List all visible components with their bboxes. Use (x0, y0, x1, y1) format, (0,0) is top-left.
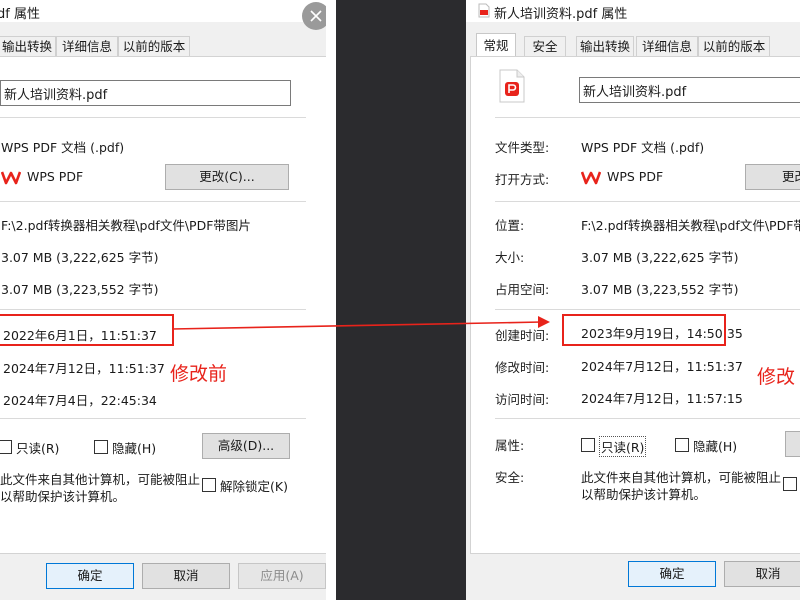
hidden-checkbox[interactable] (94, 440, 108, 454)
file-type-value: WPS PDF 文档 (.pdf) (1, 140, 125, 155)
unblock-checkbox[interactable] (202, 478, 216, 492)
arrow-icon (171, 316, 550, 330)
cancel-button[interactable]: 取消 (142, 563, 230, 589)
size-on-disk-value: 3.07 MB (3,223,552 字节) (581, 282, 739, 297)
ok-button[interactable]: 确定 (46, 563, 134, 589)
security-text-line2: 以帮助保护该计算机。 (581, 487, 707, 502)
right-titlebar: 新人培训资料.pdf 属性 (466, 0, 800, 22)
size-label: 大小: (495, 250, 525, 265)
left-titlebar: df 属性 (0, 0, 336, 22)
wps-logo-icon (581, 171, 601, 185)
readonly-label: 只读(R) (599, 436, 647, 457)
tab-previous-versions[interactable]: 以前的版本 (118, 36, 190, 56)
readonly-checkbox[interactable] (581, 438, 595, 452)
wps-logo-icon (1, 171, 21, 185)
open-with-value: WPS PDF (27, 169, 84, 184)
unblock-label: 解除锁定(K) (220, 479, 288, 494)
hidden-label: 隐藏(H) (693, 439, 738, 454)
tab-output-convert[interactable]: 输出转换 (0, 36, 56, 56)
before-note: 修改前 (170, 363, 228, 385)
tab-previous-versions[interactable]: 以前的版本 (698, 36, 770, 56)
ok-button[interactable]: 确定 (628, 561, 716, 587)
location-value: F:\2.pdf转换器相关教程\pdf文件\PDF带图片 (1, 218, 251, 233)
tab-general[interactable]: 常规 (476, 33, 516, 57)
open-with-value: WPS PDF (607, 169, 664, 184)
location-label: 位置: (495, 218, 525, 233)
modified-value: 2024年7月12日，11:51:37 (581, 359, 743, 374)
before-created-highlight (0, 314, 174, 346)
accessed-label: 访问时间: (495, 392, 550, 407)
divider (0, 309, 306, 310)
divider (495, 117, 800, 118)
security-text-line2: 以帮助保护该计算机。 (0, 489, 126, 504)
unblock-checkbox[interactable] (783, 477, 797, 491)
tab-details[interactable]: 详细信息 (636, 36, 698, 56)
apply-button[interactable]: 应用(A) (238, 563, 326, 589)
change-button[interactable]: 更改 (745, 164, 800, 190)
right-window-title: 新人培训资料.pdf 属性 (494, 7, 628, 22)
pdf-file-icon (499, 69, 525, 103)
filename-value: 新人培训资料.pdf (583, 85, 687, 100)
tab-security[interactable]: 安全 (524, 36, 566, 56)
size-on-disk-label: 占用空间: (495, 282, 550, 297)
accessed-value: 2024年7月12日，11:57:15 (581, 391, 743, 406)
size-on-disk-value: 3.07 MB (3,223,552 字节) (1, 282, 159, 297)
hidden-label: 隐藏(H) (112, 441, 157, 456)
attributes-label: 属性: (495, 438, 525, 453)
security-label: 安全: (495, 470, 525, 485)
background-strip (326, 0, 336, 600)
filename-field[interactable]: 新人培训资料.pdf (579, 77, 800, 103)
size-value: 3.07 MB (3,222,625 字节) (1, 250, 159, 265)
divider (495, 309, 800, 310)
change-button[interactable]: 更改(C)... (165, 164, 289, 190)
left-tab-strip: 输出转换 详细信息 以前的版本 (0, 36, 336, 56)
modified-label: 修改时间: (495, 360, 550, 375)
advanced-button[interactable]: 高级(D)... (202, 433, 290, 459)
cancel-button[interactable]: 取消 (724, 561, 800, 587)
divider (0, 117, 306, 118)
readonly-checkbox[interactable] (0, 440, 12, 454)
filename-field[interactable]: 新人培训资料.pdf (0, 80, 291, 106)
divider (495, 418, 800, 419)
after-created-highlight (562, 314, 726, 346)
location-value: F:\2.pdf转换器相关教程\pdf文件\PDF带图 (581, 218, 800, 233)
open-with-label: 打开方式: (495, 172, 550, 187)
divider (495, 201, 800, 202)
dark-divider-band (336, 0, 466, 600)
right-properties-dialog: 新人培训资料.pdf 属性 常规 安全 输出转换 详细信息 以前的版本 新人培训… (466, 0, 800, 600)
readonly-label: 只读(R) (16, 441, 60, 456)
divider (0, 201, 306, 202)
advanced-button[interactable] (785, 431, 800, 457)
hidden-checkbox[interactable] (675, 438, 689, 452)
divider (0, 418, 306, 419)
accessed-value: 2024年7月4日，22:45:34 (3, 393, 157, 408)
tab-output-convert[interactable]: 输出转换 (576, 36, 634, 56)
file-type-label: 文件类型: (495, 140, 550, 155)
size-value: 3.07 MB (3,222,625 字节) (581, 250, 739, 265)
left-properties-dialog: df 属性 输出转换 详细信息 以前的版本 新人培训资料.pdf WPS PDF… (0, 0, 336, 600)
modified-value: 2024年7月12日，11:51:37 (3, 361, 165, 376)
file-type-value: WPS PDF 文档 (.pdf) (581, 140, 705, 155)
pdf-file-icon (478, 3, 490, 18)
tab-details[interactable]: 详细信息 (56, 36, 118, 56)
filename-value: 新人培训资料.pdf (4, 88, 108, 103)
left-general-page: 新人培训资料.pdf WPS PDF 文档 (.pdf) WPS PDF 更改(… (0, 56, 327, 554)
left-window-title: df 属性 (0, 7, 40, 22)
right-general-page: 新人培训资料.pdf 文件类型: WPS PDF 文档 (.pdf) 打开方式:… (470, 56, 800, 554)
after-note: 修改 (757, 366, 796, 388)
right-tab-strip: 常规 安全 输出转换 详细信息 以前的版本 (466, 33, 800, 57)
